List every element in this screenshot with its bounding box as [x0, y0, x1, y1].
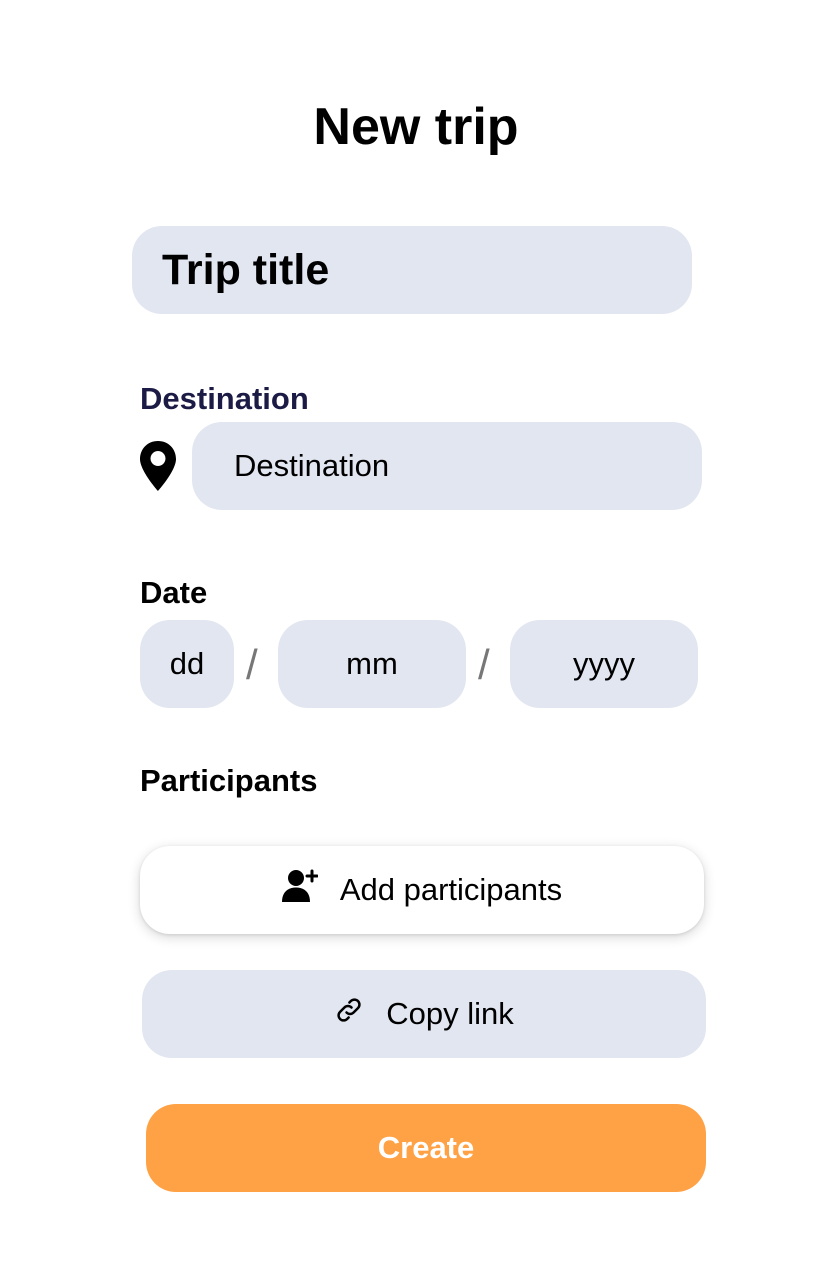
- add-participants-button[interactable]: Add participants: [140, 846, 704, 934]
- date-label: Date: [140, 575, 208, 610]
- add-user-icon: [281, 869, 319, 911]
- destination-label: Destination: [140, 381, 309, 416]
- date-separator: /: [478, 641, 490, 688]
- date-day-input[interactable]: [140, 620, 234, 708]
- page-title: New trip: [313, 98, 519, 156]
- date-year-input[interactable]: [510, 620, 698, 708]
- link-icon: [334, 995, 364, 1033]
- create-button[interactable]: Create: [146, 1104, 706, 1192]
- destination-input[interactable]: [192, 422, 702, 510]
- copy-link-label: Copy link: [386, 996, 514, 1031]
- map-pin-icon: [138, 440, 178, 492]
- date-separator: /: [246, 641, 258, 688]
- add-participants-label: Add participants: [339, 872, 563, 907]
- trip-title-input[interactable]: [132, 226, 692, 314]
- copy-link-button[interactable]: Copy link: [142, 970, 706, 1058]
- participants-label: Participants: [140, 763, 318, 798]
- date-month-input[interactable]: [278, 620, 466, 708]
